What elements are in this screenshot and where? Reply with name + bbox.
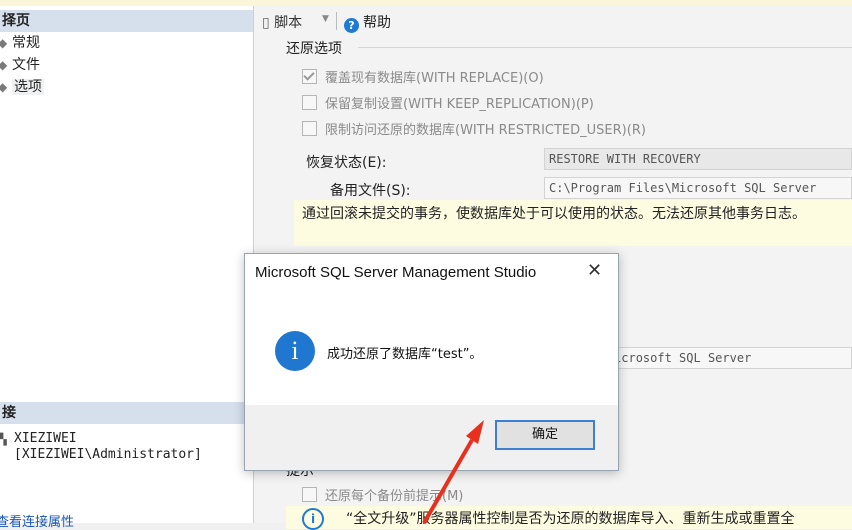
annotation-arrow	[422, 420, 484, 523]
